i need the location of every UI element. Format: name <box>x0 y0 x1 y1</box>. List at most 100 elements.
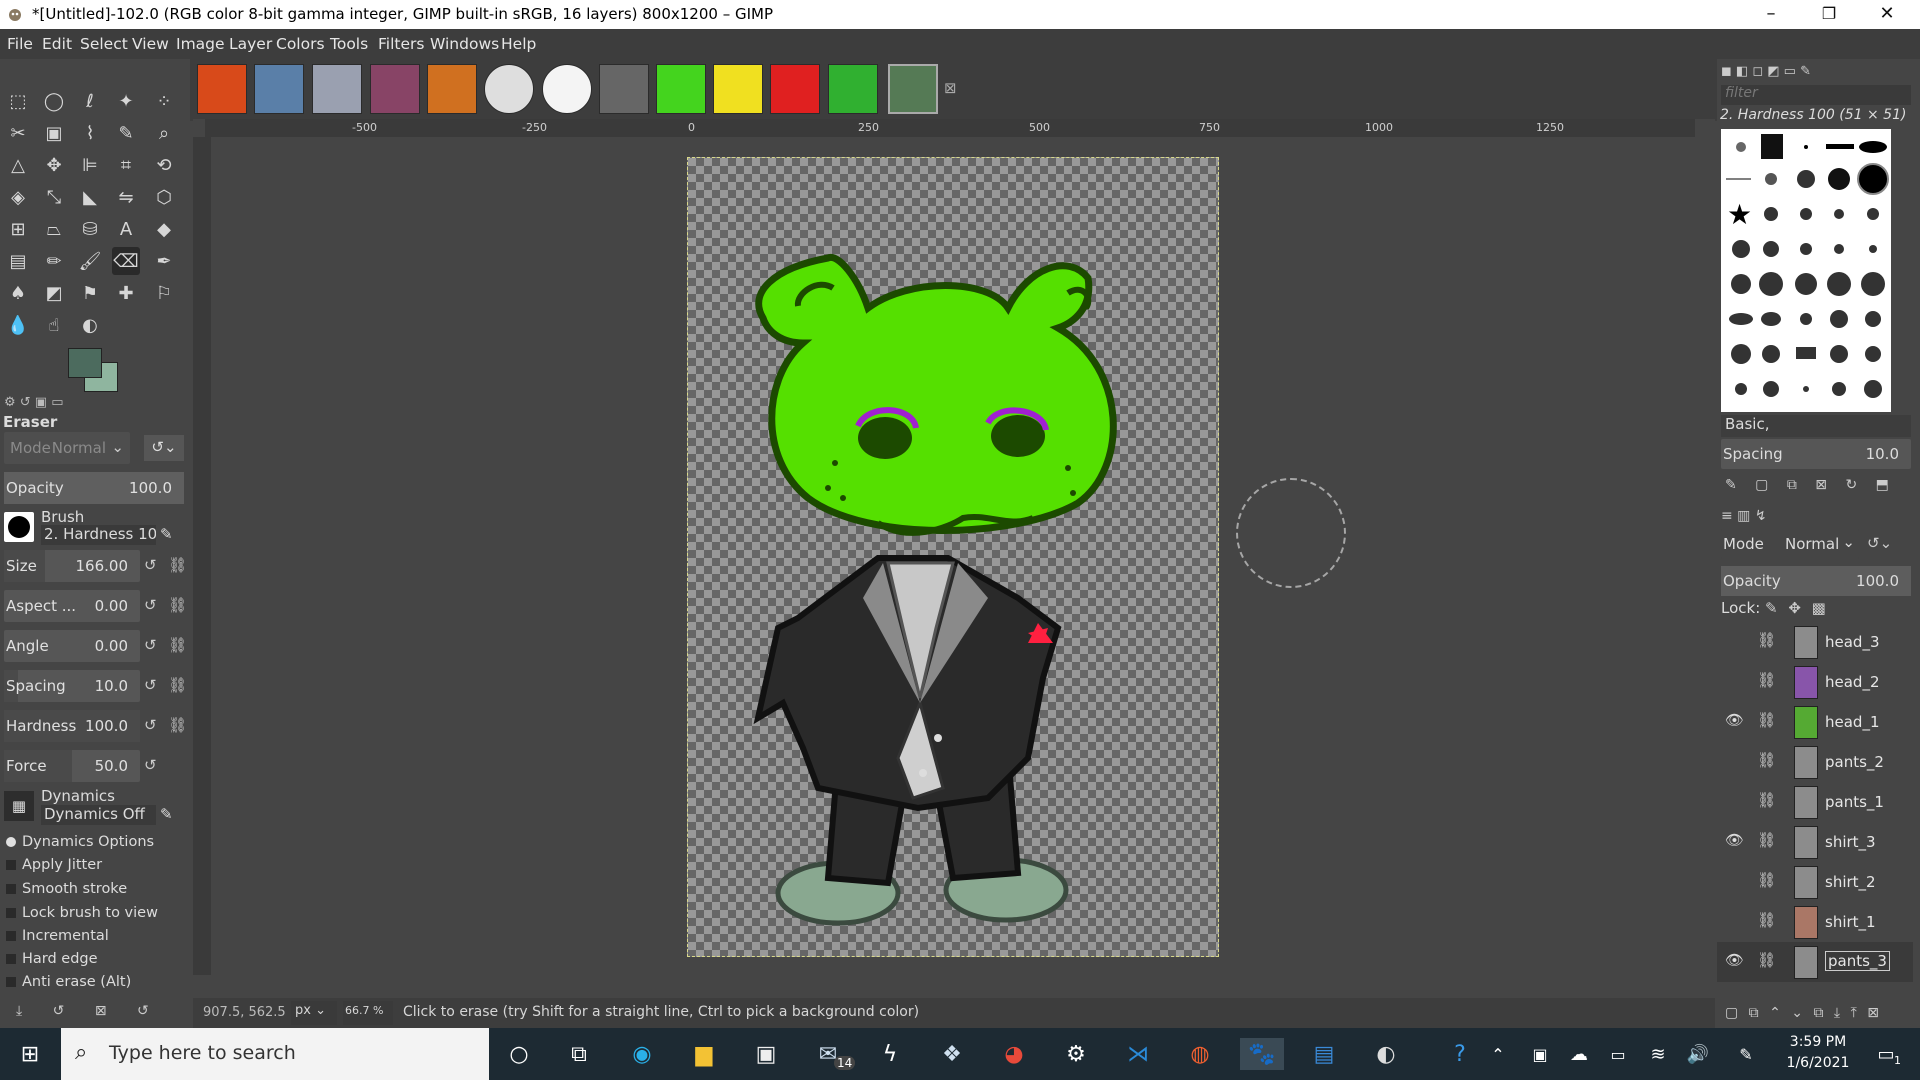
edge-icon[interactable]: ◉ <box>626 1038 658 1070</box>
layer-row[interactable]: ⛓ head_3 <box>1717 622 1913 662</box>
store-icon[interactable]: ▣ <box>750 1038 782 1070</box>
image-tab-thumbnail[interactable] <box>542 64 592 114</box>
menu-file[interactable]: File <box>7 35 33 53</box>
ellipse-select-icon[interactable]: ◯ <box>40 87 68 115</box>
visibility-toggle[interactable] <box>1725 671 1747 691</box>
help-icon[interactable]: ? <box>1444 1038 1476 1070</box>
cortana-icon[interactable]: ○ <box>503 1038 535 1070</box>
chain-icon[interactable]: ⛓ <box>1757 791 1776 811</box>
brush-spacing-slider[interactable]: Spacing 10.0 <box>1721 439 1911 469</box>
clock-date[interactable]: 1/6/2021 <box>1778 1055 1858 1071</box>
eye-icon[interactable]: 👁 <box>1725 951 1747 971</box>
zoom-dropdown[interactable]: 66.7 % <box>343 1001 393 1025</box>
image-tab-thumbnail[interactable] <box>427 64 477 114</box>
file-explorer-icon[interactable]: ▆ <box>688 1038 720 1070</box>
chain-icon[interactable]: ⛓ <box>1757 631 1776 651</box>
foreground-select-icon[interactable]: ▣ <box>40 119 68 147</box>
brush-filter-input[interactable]: filter <box>1721 85 1911 105</box>
reset-icon[interactable]: ↺ <box>144 596 157 614</box>
layer-row[interactable]: ⛓ shirt_1 <box>1717 902 1913 942</box>
brush-preset-dropdown[interactable]: Basic, <box>1721 415 1911 437</box>
chain-icon[interactable]: ⛓ <box>168 596 187 614</box>
battery-icon[interactable]: ▭ <box>1602 1038 1634 1070</box>
image-tab-thumbnail[interactable] <box>713 64 763 114</box>
menu-view[interactable]: View <box>132 35 169 53</box>
minimize-button[interactable]: – <box>1742 0 1800 29</box>
hard-edge-checkbox[interactable]: Hard edge <box>6 951 98 967</box>
apply-jitter-checkbox[interactable]: Apply Jitter <box>6 857 102 873</box>
edit-brush-icon[interactable]: ✎ <box>160 525 173 543</box>
size-slider[interactable]: Size 166.00 <box>4 550 140 582</box>
chain-icon[interactable]: ⛓ <box>1757 871 1776 891</box>
shear-icon[interactable]: ◣ <box>76 183 104 211</box>
paint-bucket-icon[interactable]: ◆ <box>150 215 178 243</box>
layer-row[interactable]: 👁 ⛓ head_1 <box>1717 702 1913 742</box>
layer-row-selected[interactable]: 👁 ⛓ pants_3 <box>1717 942 1913 982</box>
origin-icon[interactable]: ◍ <box>1184 1038 1216 1070</box>
pencil-icon[interactable]: ✏ <box>40 247 68 275</box>
mypaint-brush-icon[interactable]: ◩ <box>40 279 68 307</box>
bucket-fill-icon[interactable]: ⛁ <box>76 215 104 243</box>
clock-time[interactable]: 3:59 PM <box>1778 1034 1858 1050</box>
crop-icon[interactable]: ⌗ <box>112 151 140 179</box>
incremental-checkbox[interactable]: Incremental <box>6 928 109 944</box>
airbrush-icon[interactable]: ✒ <box>150 247 178 275</box>
opacity-slider[interactable]: Opacity 100.0 <box>4 472 184 504</box>
foreground-color-swatch[interactable] <box>68 348 102 378</box>
scale-icon[interactable]: ⤡ <box>40 183 68 211</box>
maximize-button[interactable]: ❐ <box>1800 0 1858 29</box>
unified-transform-icon[interactable]: ⟲ <box>150 151 178 179</box>
image-tab-thumbnail[interactable] <box>828 64 878 114</box>
dynamics-icon[interactable]: ▦ <box>4 791 34 821</box>
image-tab-thumbnail[interactable] <box>484 64 534 114</box>
active-image-tab-thumbnail[interactable] <box>888 64 938 114</box>
chain-icon[interactable]: ⛓ <box>168 556 187 574</box>
by-color-select-icon[interactable]: ⁘ <box>150 87 178 115</box>
chain-icon[interactable]: ⛓ <box>168 636 187 654</box>
menu-help[interactable]: Help <box>501 35 536 53</box>
layer-row[interactable]: 👁 ⛓ shirt_3 <box>1717 822 1913 862</box>
aspect-slider[interactable]: Aspect ... 0.00 <box>4 590 140 622</box>
layer-mode-reset-icon[interactable]: ↺⌄ <box>1867 534 1892 552</box>
menu-windows[interactable]: Windows <box>430 35 499 53</box>
zoom-icon[interactable]: ⌕ <box>150 119 178 147</box>
volume-icon[interactable]: 🔊 <box>1682 1038 1714 1070</box>
meet-now-icon[interactable]: ▣ <box>1524 1038 1556 1070</box>
onedrive-icon[interactable]: ☁ <box>1563 1038 1595 1070</box>
dock-tabs-icon[interactable]: ⚙ ↺ ▣ ▭ <box>4 395 64 410</box>
chain-icon[interactable]: ⛓ <box>1757 911 1776 931</box>
dodge-burn-icon[interactable]: ◐ <box>76 311 104 339</box>
document-icon[interactable]: ▤ <box>1308 1038 1340 1070</box>
image-tab-thumbnail[interactable] <box>312 64 362 114</box>
steam-icon[interactable]: ◐ <box>1370 1038 1402 1070</box>
chevron-up-icon[interactable]: ⌃ <box>1482 1038 1514 1070</box>
brush-dock-tabs[interactable]: ◼ ◧ ◻ ◩ ▭ ✎ <box>1721 64 1811 79</box>
chain-icon[interactable]: ⛓ <box>1757 671 1776 691</box>
dropbox-icon[interactable]: ❖ <box>936 1038 968 1070</box>
brush-preview[interactable] <box>4 512 34 542</box>
layer-actions-icons[interactable]: ▢ ⧉ ⌃ ⌄ ⧉ ⤓ ⤒ ⊠ <box>1725 1005 1879 1021</box>
menu-edit[interactable]: Edit <box>42 35 72 53</box>
fuzzy-select-icon[interactable]: ✦ <box>112 87 140 115</box>
image-tab-thumbnail[interactable] <box>599 64 649 114</box>
reset-icon[interactable]: ↺ <box>144 676 157 694</box>
visibility-toggle[interactable] <box>1725 871 1747 891</box>
color-picker-icon[interactable]: ✎ <box>112 119 140 147</box>
close-tab-icon[interactable]: ⊠ <box>944 79 957 97</box>
chain-icon[interactable]: ⛓ <box>1757 751 1776 771</box>
move-icon[interactable]: ✥ <box>40 151 68 179</box>
gradient-icon[interactable]: ▤ <box>4 247 32 275</box>
wifi-icon[interactable]: ≋ <box>1642 1038 1674 1070</box>
menu-image[interactable]: Image <box>176 35 225 53</box>
lightning-app-icon[interactable]: ϟ <box>874 1038 906 1070</box>
measure-icon[interactable]: △ <box>4 151 32 179</box>
image-canvas[interactable] <box>687 157 1219 957</box>
eraser-icon[interactable]: ⌫ <box>112 247 140 275</box>
visibility-toggle[interactable] <box>1725 631 1747 651</box>
reset-icon[interactable]: ↺ <box>144 556 157 574</box>
hardness-slider[interactable]: Hardness 100.0 <box>4 710 140 742</box>
visibility-toggle[interactable] <box>1725 791 1747 811</box>
blur-icon[interactable]: 💧 <box>4 311 32 339</box>
mode-reset-button[interactable]: ↺⌄ <box>144 435 184 461</box>
chrome-icon[interactable]: ◕ <box>998 1038 1030 1070</box>
